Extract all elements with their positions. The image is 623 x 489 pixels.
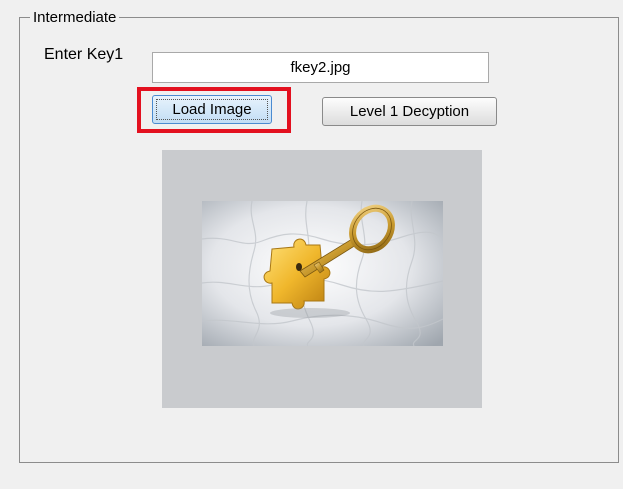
enter-key-label: Enter Key1 <box>44 46 124 63</box>
level1-decryption-button[interactable]: Level 1 Decyption <box>322 97 497 126</box>
load-image-button[interactable]: Load Image <box>152 95 272 124</box>
key-in-puzzle-icon <box>202 201 443 346</box>
groupbox-title: Intermediate <box>30 9 120 27</box>
image-preview-panel <box>162 150 482 408</box>
load-image-label: Load Image <box>156 99 268 120</box>
key-file-field[interactable] <box>152 52 489 83</box>
